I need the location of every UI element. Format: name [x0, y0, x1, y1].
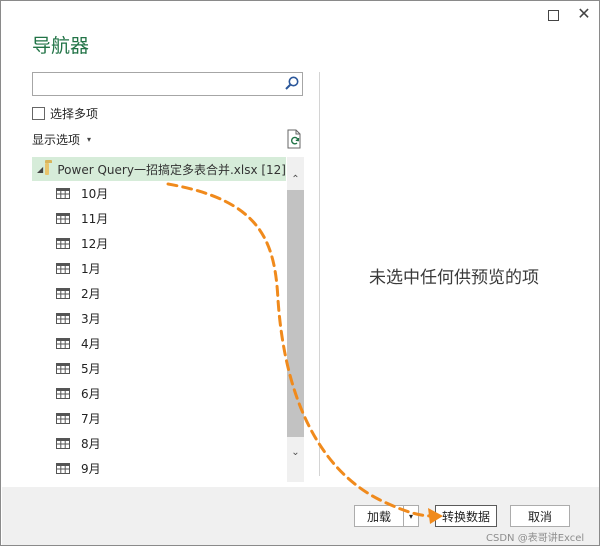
search-icon[interactable] — [284, 75, 300, 91]
preview-empty-message: 未选中任何供预览的项 — [369, 268, 539, 288]
watermark: CSDN @表哥讲Excel — [486, 533, 585, 544]
transform-data-button[interactable]: 转换数据 — [435, 505, 497, 527]
select-multiple-label: 选择多项 — [50, 106, 99, 121]
sheet-label: 12月 — [81, 236, 109, 251]
table-icon — [56, 212, 70, 224]
cancel-button[interactable]: 取消 — [510, 505, 570, 527]
tree-scrollbar[interactable]: ⌃ ⌄ — [287, 157, 304, 482]
sheet-label: 11月 — [81, 211, 109, 226]
sheet-label: 1月 — [81, 261, 101, 276]
navigator-tree: ◢ Power Query一招搞定多表合并.xlsx [12] 10月 11月 12… — [32, 157, 287, 482]
table-icon — [56, 362, 70, 374]
sheet-label: 9月 — [81, 461, 101, 476]
scroll-down-icon[interactable]: ⌄ — [287, 444, 304, 461]
sheet-item[interactable]: 12月 — [56, 233, 108, 253]
maximize-icon[interactable] — [548, 10, 559, 21]
sheet-label: 5月 — [81, 361, 101, 376]
table-icon — [56, 187, 70, 199]
display-options-dropdown[interactable]: 显示选项 ▾ — [32, 131, 91, 148]
sheet-label: 7月 — [81, 411, 101, 426]
select-multiple-toggle[interactable]: 选择多项 — [32, 105, 98, 121]
sheet-item[interactable]: 5月 — [56, 358, 101, 378]
sheet-item[interactable]: 4月 — [56, 333, 101, 353]
chevron-down-icon: ▾ — [87, 135, 92, 144]
tree-root-workbook[interactable]: ◢ Power Query一招搞定多表合并.xlsx [12] — [32, 157, 286, 181]
sheet-label: 10月 — [81, 186, 109, 201]
search-input[interactable] — [32, 72, 303, 96]
table-icon — [56, 412, 70, 424]
load-button[interactable]: 加载 — [354, 505, 404, 527]
sheet-item[interactable]: 7月 — [56, 408, 101, 428]
sheet-item[interactable]: 1月 — [56, 258, 101, 278]
table-icon — [56, 287, 70, 299]
select-multiple-checkbox[interactable] — [32, 106, 45, 120]
table-icon — [56, 462, 70, 474]
folder-icon — [45, 160, 53, 175]
sheet-label: 4月 — [81, 336, 101, 351]
table-icon — [56, 337, 70, 349]
sheet-item[interactable]: 6月 — [56, 383, 101, 403]
table-icon — [56, 437, 70, 449]
sheet-item[interactable]: 3月 — [56, 308, 101, 328]
sheet-label: 6月 — [81, 386, 101, 401]
collapse-icon[interactable]: ◢ — [37, 165, 43, 174]
sheet-label: 2月 — [81, 286, 101, 301]
navigator-dialog: ✕ 导航器 选择多项 显示选项 ▾ ◢ Power Query一招搞定多表合并.… — [0, 0, 600, 546]
table-icon — [56, 387, 70, 399]
sheet-item[interactable]: 11月 — [56, 208, 108, 228]
sheet-label: 8月 — [81, 436, 101, 451]
display-options-label: 显示选项 — [32, 133, 81, 147]
table-icon — [56, 237, 70, 249]
scrollbar-thumb[interactable] — [287, 190, 304, 437]
load-dropdown-button[interactable]: ▾ — [403, 505, 419, 527]
sheet-item[interactable]: 2月 — [56, 283, 101, 303]
sheet-label: 3月 — [81, 311, 101, 326]
sheet-item[interactable]: 9月 — [56, 458, 101, 478]
table-icon — [56, 262, 70, 274]
table-icon — [56, 312, 70, 324]
refresh-icon[interactable] — [286, 129, 304, 149]
dialog-title: 导航器 — [32, 35, 90, 57]
close-icon[interactable]: ✕ — [575, 5, 593, 23]
sheet-item[interactable]: 10月 — [56, 183, 108, 203]
workbook-label: Power Query一招搞定多表合并.xlsx [12] — [57, 162, 286, 177]
scroll-up-icon[interactable]: ⌃ — [287, 171, 304, 188]
sheet-item[interactable]: 8月 — [56, 433, 101, 453]
